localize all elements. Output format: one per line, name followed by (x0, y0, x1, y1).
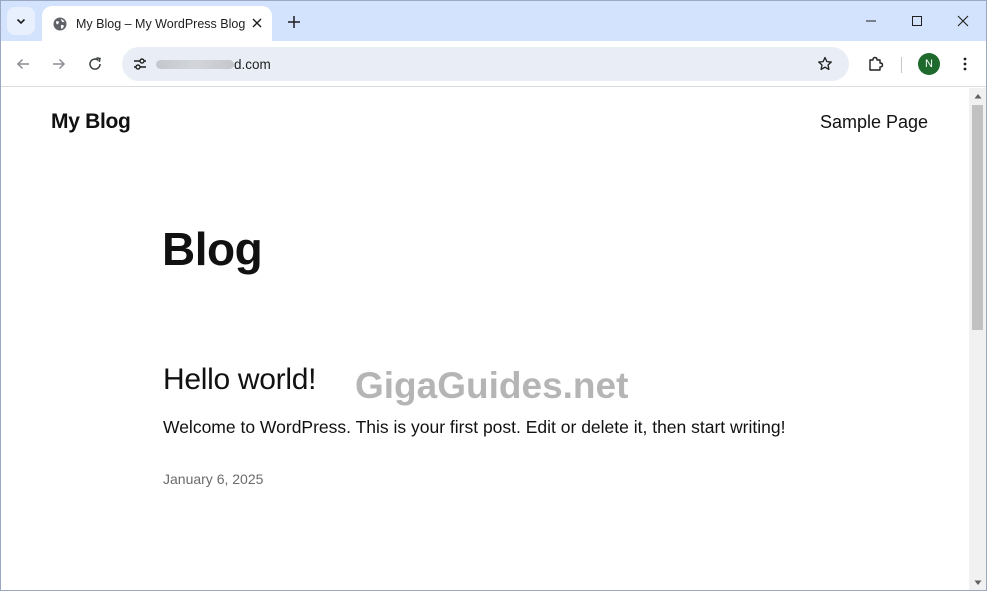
triangle-up-icon (974, 94, 981, 99)
scroll-thumb[interactable] (972, 105, 983, 330)
site-info-button[interactable] (128, 52, 152, 76)
page-scrollbar[interactable] (969, 88, 986, 590)
nav-link-sample-page[interactable]: Sample Page (820, 112, 928, 133)
bookmark-button[interactable] (813, 52, 837, 76)
post-title-link[interactable]: Hello world! (163, 363, 316, 397)
maximize-icon (912, 16, 922, 26)
post-date: January 6, 2025 (163, 471, 264, 487)
tune-icon (134, 58, 146, 70)
arrow-right-icon (53, 58, 66, 70)
chevron-down-icon (16, 18, 26, 25)
puzzle-icon (869, 56, 884, 71)
watermark: GigaGuides.net (355, 365, 629, 406)
close-icon (957, 15, 969, 27)
tab-close-button[interactable] (248, 14, 266, 32)
plus-icon (288, 16, 300, 28)
url-text: d.com (234, 56, 271, 72)
more-vertical-icon (963, 57, 967, 71)
toolbar-divider (901, 57, 902, 73)
url-redacted (156, 59, 234, 69)
address-bar[interactable]: d.com (122, 47, 849, 81)
tab-search-button[interactable] (7, 7, 35, 35)
forward-button[interactable] (45, 50, 73, 78)
minimize-button[interactable] (848, 1, 894, 41)
browser-toolbar: d.com N (1, 41, 986, 87)
minimize-icon (866, 20, 876, 22)
globe-icon (52, 16, 68, 32)
tab-title: My Blog – My WordPress Blog (76, 16, 246, 31)
star-icon (818, 56, 832, 71)
window-close-button[interactable] (940, 1, 986, 41)
tab-strip: My Blog – My WordPress Blog (1, 1, 986, 41)
arrow-left-icon (16, 58, 29, 70)
page-title: Blog (162, 223, 263, 275)
extensions-button[interactable] (862, 50, 890, 78)
new-tab-button[interactable] (281, 9, 307, 35)
reload-icon (89, 57, 101, 70)
site-title-link[interactable]: My Blog (51, 110, 131, 134)
back-button[interactable] (9, 50, 37, 78)
post-excerpt: Welcome to WordPress. This is your first… (163, 417, 786, 437)
url-display[interactable]: d.com (156, 56, 271, 72)
reload-button[interactable] (81, 50, 109, 78)
scroll-down-button[interactable] (969, 575, 986, 590)
maximize-button[interactable] (894, 1, 940, 41)
active-tab[interactable]: My Blog – My WordPress Blog (42, 6, 272, 41)
browser-window: My Blog – My WordPress Blog d.com N My B… (0, 0, 987, 591)
triangle-down-icon (974, 580, 981, 585)
scroll-up-button[interactable] (969, 88, 986, 104)
page-viewport: My Blog Sample Page Blog Hello world! We… (1, 88, 969, 590)
browser-menu-button[interactable] (951, 50, 979, 78)
profile-avatar[interactable]: N (918, 53, 940, 75)
close-icon (252, 18, 262, 28)
